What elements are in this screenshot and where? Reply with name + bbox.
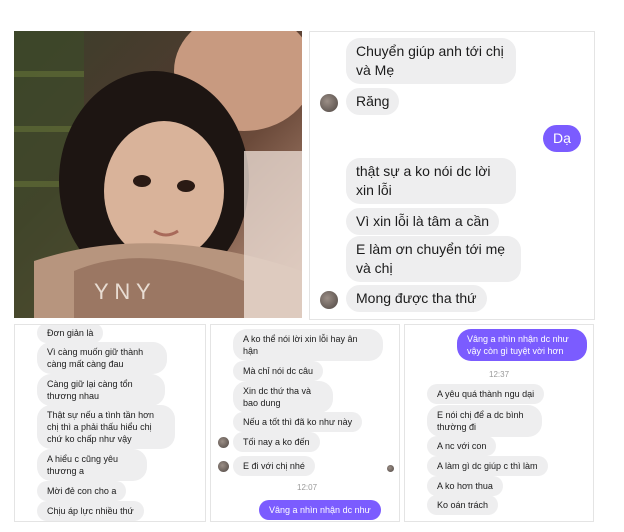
chat-panel-bottom-left: Đơn giản là Vì càng muốn giữ thành càng … (14, 324, 206, 522)
message-bubble: Tối nay a ko đến (233, 432, 320, 453)
message-bubble: Vì càng muốn giữ thành càng mất càng đau (37, 342, 167, 375)
message-bubble: Vâng a nhìn nhận dc như vậy còn gì tuyệt… (457, 329, 587, 362)
read-receipt-avatar (387, 465, 394, 472)
message-bubble: A ko thể nói lời xin lỗi hay ân hận (233, 329, 383, 362)
message-bubble: Mời đẻ con cho a (37, 481, 127, 502)
svg-text:Y N Y: Y N Y (94, 279, 151, 304)
message-bubble: Thật sự nếu a tình tần hơn chị thì a phả… (37, 405, 175, 450)
chat-panel-bottom-right: Vâng a nhìn nhận dc như vậy còn gì tuyệt… (404, 324, 594, 522)
message-bubble: Nếu a tốt thì đã ko như này (233, 412, 363, 433)
message-bubble: Đơn giản là (37, 325, 104, 344)
timestamp: 12:07 (297, 483, 318, 492)
message-bubble: Chuyển giúp anh tới chị và Mẹ (346, 38, 516, 84)
message-bubble: E đi với chị nhé (233, 456, 315, 477)
message-bubble: A ko hơn thua (427, 476, 503, 497)
message-bubble: A nc với con (427, 436, 497, 457)
message-bubble: Chịu áp lực nhiều thứ (37, 501, 144, 521)
message-bubble: A hiểu c cũng yêu thương a (37, 449, 147, 482)
avatar (218, 461, 229, 472)
message-bubble: Răng (346, 88, 400, 115)
avatar (320, 94, 338, 112)
message-bubble: A yêu quá thành ngu dại (427, 384, 545, 405)
avatar (218, 437, 229, 448)
photo-child: Y N Y (14, 31, 302, 318)
message-bubble: Ko oán trách (427, 495, 499, 516)
message-bubble: Vâng a nhìn nhận dc như (259, 500, 381, 521)
chat-panel-top-right: Chuyển giúp anh tới chị và Mẹ Răng Dạ th… (309, 31, 595, 320)
message-bubble: E làm ơn chuyển tới mẹ và chị (346, 236, 521, 282)
message-bubble: Mong được tha thứ (346, 285, 487, 312)
timestamp: 12:37 (489, 370, 510, 379)
message-bubble: A làm gì dc giúp c thì làm (427, 456, 548, 477)
message-bubble: E nói chị để a dc bình thường đi (427, 405, 542, 438)
avatar (320, 291, 338, 309)
message-bubble: Vì xin lỗi là tâm a cần (346, 208, 500, 235)
child-photo-illustration: Y N Y (14, 31, 302, 318)
message-bubble: thật sự a ko nói dc lời xin lỗi (346, 158, 516, 204)
message-bubble: Xin dc thứ tha và bao dung (233, 381, 333, 414)
message-bubble: Dạ (543, 125, 581, 152)
chat-panel-bottom-middle: A ko thể nói lời xin lỗi hay ân hận Mà c… (210, 324, 400, 522)
message-bubble: Càng giữ lại càng tổn thương nhau (37, 374, 165, 407)
message-bubble: Mà chỉ nói dc câu (233, 361, 324, 382)
